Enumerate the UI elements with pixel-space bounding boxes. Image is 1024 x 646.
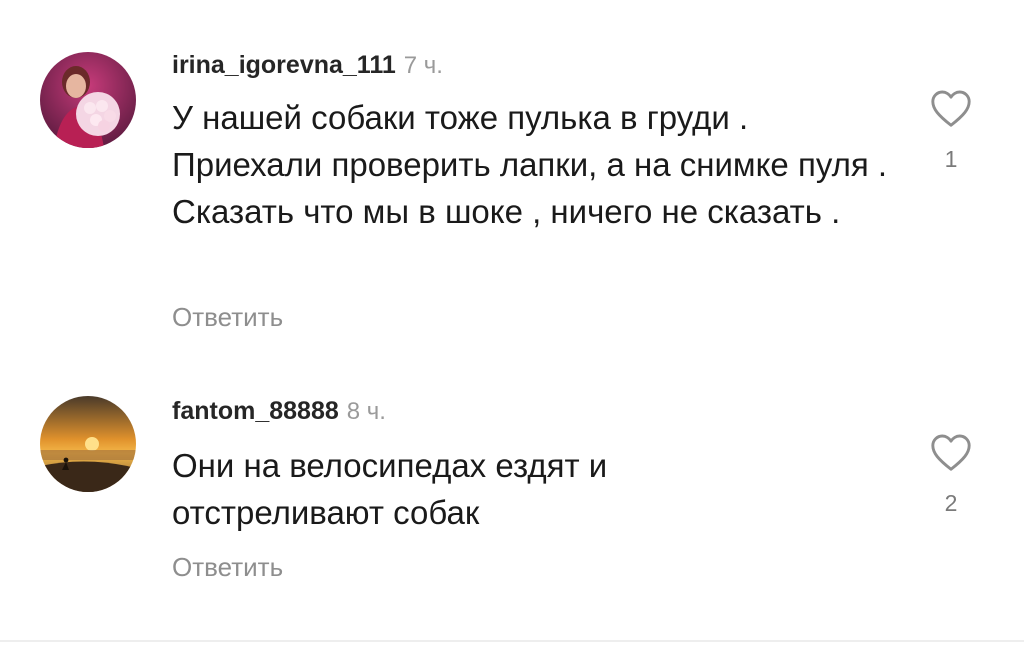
heart-icon[interactable]	[929, 432, 973, 472]
divider	[0, 640, 1024, 642]
comments-page: irina_igorevna_111 7 ч. У нашей собаки то…	[0, 0, 1024, 646]
reply-button[interactable]: Ответить	[172, 552, 283, 583]
like-control: 1	[921, 88, 981, 173]
comment-text: У нашей собаки тоже пулька в груди . При…	[172, 99, 888, 230]
comment-text: Они на велосипедах ездят и отстреливают …	[172, 447, 608, 531]
like-count: 1	[944, 146, 958, 172]
username[interactable]: irina_igorevna_111	[172, 51, 396, 79]
comment-meta: fantom_88888 8 ч.	[172, 396, 386, 427]
woman-with-flowers-icon	[40, 52, 136, 148]
like-control: 2	[921, 432, 981, 517]
comment-meta: irina_igorevna_111 7 ч.	[172, 50, 443, 81]
avatar[interactable]	[40, 396, 136, 492]
avatar[interactable]	[40, 52, 136, 148]
timestamp: 8 ч.	[346, 398, 386, 425]
sunset-beach-icon	[40, 396, 136, 492]
timestamp: 7 ч.	[403, 52, 443, 79]
reply-button[interactable]: Ответить	[172, 302, 283, 333]
username[interactable]: fantom_88888	[172, 397, 339, 425]
like-count: 2	[944, 490, 958, 516]
heart-icon[interactable]	[929, 88, 973, 128]
